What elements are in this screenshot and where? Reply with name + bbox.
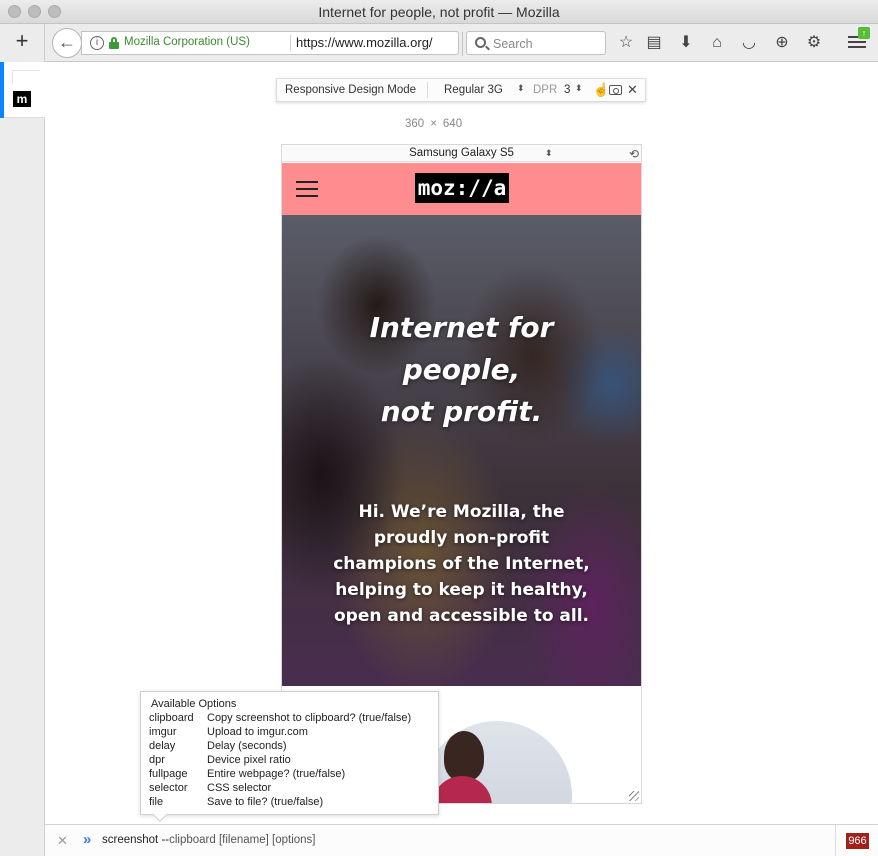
option-row[interactable]: selector CSS selector [149, 782, 271, 796]
select-arrows-icon: ⬍ [517, 83, 525, 93]
option-name: clipboard [149, 712, 194, 724]
option-desc: Delay (seconds) [207, 740, 287, 752]
circular-photo [422, 721, 572, 803]
hero-title-line: people, [402, 353, 521, 386]
new-tab-button[interactable]: + [10, 30, 34, 54]
downloads-icon[interactable]: ⬇ [676, 33, 696, 53]
option-desc: Copy screenshot to clipboard? (true/fals… [207, 712, 412, 724]
site-header: moz://a [282, 163, 641, 215]
option-name: file [149, 796, 164, 808]
reading-list-icon[interactable]: ▤ [644, 33, 664, 53]
search-icon [475, 37, 486, 48]
tab-thumbnail[interactable]: m [0, 62, 45, 118]
active-tab-indicator [0, 62, 4, 118]
developer-command-bar: ✕ » screenshot --clipboard [filename] [o… [45, 824, 878, 856]
viewport-dimensions: 360 × 640 [405, 118, 462, 130]
device-name: Samsung Galaxy S5 [409, 147, 514, 159]
select-arrows-icon: ⬍ [545, 148, 553, 158]
touch-simulation-icon[interactable]: ☝ [593, 82, 609, 98]
device-select[interactable]: Samsung Galaxy S5 ⬍ ⟲ [282, 145, 641, 162]
error-count-badge[interactable]: 966 [846, 833, 869, 849]
option-row[interactable]: file Save to file? (true/false) [149, 796, 323, 810]
mozilla-favicon-icon: m [13, 91, 31, 107]
title-bar: Internet for people, not profit — Mozill… [0, 0, 878, 24]
select-arrows-icon: ⬍ [575, 83, 583, 93]
command-typed-text: screenshot -- [102, 834, 170, 846]
available-options-popup: Available Options clipboard Copy screensh… [140, 691, 439, 823]
options-title: Available Options [151, 698, 237, 710]
home-icon[interactable]: ⌂ [707, 33, 727, 53]
rdm-toolbar: Responsive Design Mode Regular 3G ⬍ DPR … [276, 78, 646, 102]
url-divider [462, 32, 463, 56]
hamburger-menu-icon[interactable] [296, 181, 318, 197]
option-name: fullpage [149, 768, 188, 780]
network-throttle-select[interactable]: Regular 3G [444, 84, 503, 96]
window-title: Internet for people, not profit — Mozill… [318, 4, 560, 20]
option-desc: Save to file? (true/false) [207, 796, 324, 808]
option-name: selector [149, 782, 188, 794]
navigation-toolbar: i Mozilla Corporation (US) https://www.m… [45, 24, 878, 62]
option-row[interactable]: fullpage Entire webpage? (true/false) [149, 768, 345, 782]
prompt-chevron-icon: » [83, 831, 92, 848]
option-row[interactable]: delay Delay (seconds) [149, 740, 286, 754]
rotate-icon[interactable]: ⟲ [629, 146, 639, 163]
hero-title-line: Internet for [369, 311, 554, 344]
tab-preview [12, 70, 40, 84]
tab-sidebar: + m [0, 24, 45, 856]
search-input[interactable]: Search [466, 31, 606, 55]
times-sign: × [430, 118, 437, 130]
close-icon[interactable]: ✕ [627, 82, 638, 98]
rdm-separator [427, 82, 428, 98]
option-desc: CSS selector [207, 782, 272, 794]
rdm-title: Responsive Design Mode [285, 84, 417, 96]
info-icon[interactable]: i [90, 36, 104, 50]
viewport-width[interactable]: 360 [405, 118, 424, 130]
update-badge-icon[interactable]: ↑ [858, 27, 870, 39]
option-name: dpr [149, 754, 165, 766]
back-button[interactable]: ← [52, 28, 82, 58]
bookmark-star-icon[interactable]: ☆ [616, 33, 636, 53]
hero-subtitle: Hi. We’re Mozilla, the proudly non-profi… [333, 502, 590, 626]
person-figure [444, 731, 484, 781]
option-row[interactable]: clipboard Copy screenshot to clipboard? (… [149, 712, 411, 726]
lock-icon[interactable] [109, 37, 119, 49]
option-name: imgur [149, 726, 177, 738]
option-row[interactable]: imgur Upload to imgur.com [149, 726, 308, 740]
option-row[interactable]: dpr Device pixel ratio [149, 754, 291, 768]
url-separator [290, 35, 291, 51]
back-arrow-icon: ← [58, 32, 76, 52]
option-desc: Upload to imgur.com [207, 726, 308, 738]
site-identity[interactable]: Mozilla Corporation (US) [124, 36, 250, 48]
command-hint: clipboard [filename] [options] [169, 834, 316, 846]
option-name: delay [149, 740, 176, 752]
extension-icon[interactable]: ⚙ [804, 33, 824, 53]
close-icon[interactable]: ✕ [57, 833, 68, 849]
dpr-select[interactable]: 3 [564, 84, 570, 96]
dpr-label: DPR [533, 84, 558, 96]
option-desc: Device pixel ratio [207, 754, 291, 766]
search-placeholder: Search [493, 37, 533, 51]
person-figure-body [432, 776, 492, 803]
resize-handle-icon[interactable] [629, 791, 639, 801]
option-desc: Entire webpage? (true/false) [207, 768, 346, 780]
command-input[interactable]: screenshot --clipboard [filename] [optio… [102, 834, 316, 846]
mozilla-logo[interactable]: moz://a [415, 173, 509, 203]
url-text[interactable]: https://www.mozilla.org/ [296, 35, 433, 50]
hero-title-line: not profit. [380, 395, 543, 428]
hero-title: Internet for people, not profit. [282, 307, 641, 433]
globe-icon[interactable]: ⊕ [772, 33, 792, 53]
viewport-height[interactable]: 640 [443, 118, 462, 130]
pocket-icon[interactable]: ◡ [739, 33, 759, 53]
url-bar[interactable]: i Mozilla Corporation (US) https://www.m… [81, 31, 481, 56]
hero-image: Internet for people, not profit. Hi. We’… [282, 215, 641, 686]
command-separator [835, 825, 836, 856]
camera-icon[interactable] [609, 85, 622, 95]
